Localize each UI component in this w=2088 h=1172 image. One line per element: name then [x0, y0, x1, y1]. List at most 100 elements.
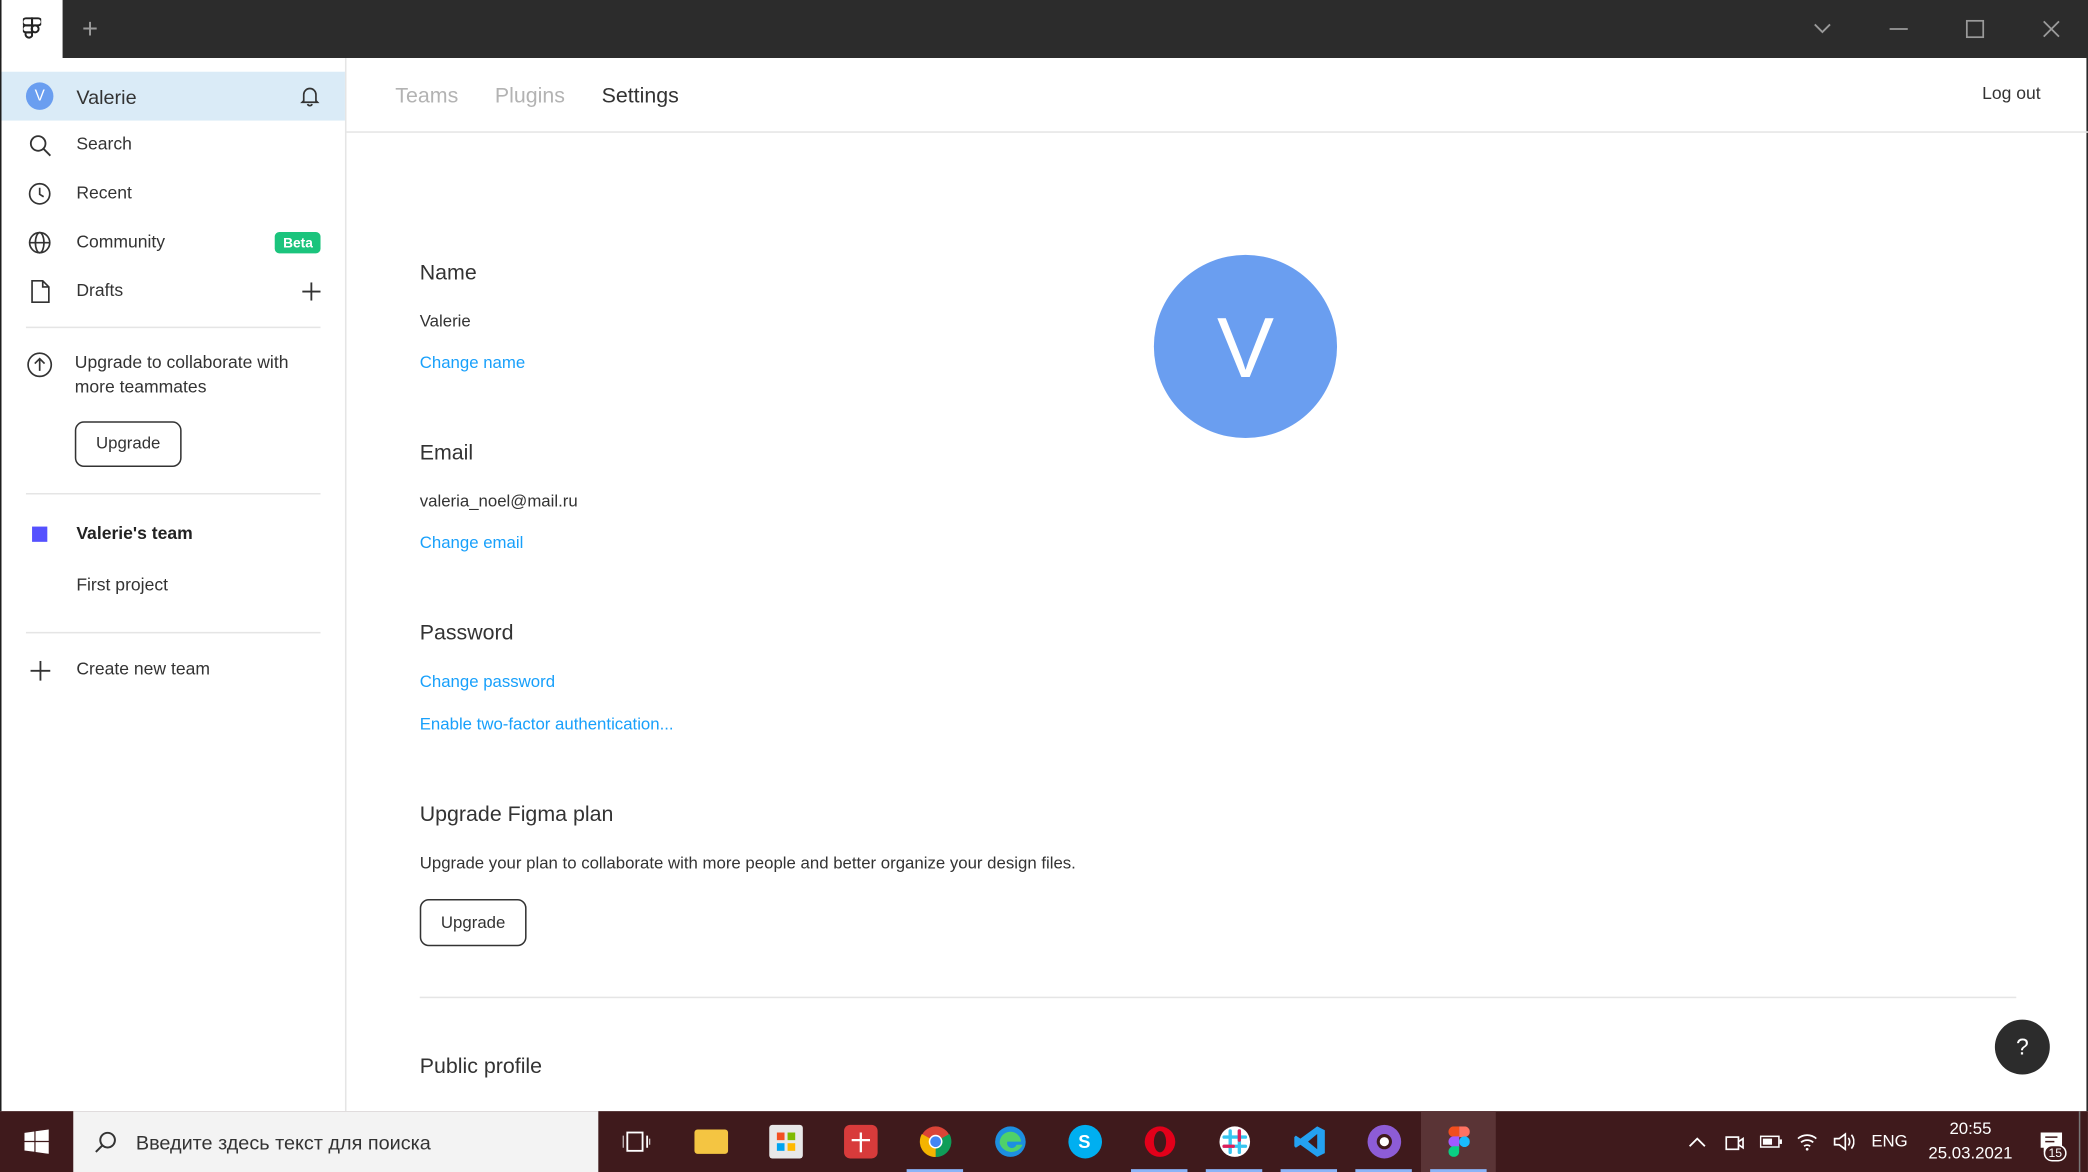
sidebar-upgrade-button[interactable]: Upgrade: [74, 421, 182, 468]
taskbar-skype[interactable]: S: [1047, 1111, 1122, 1172]
taskbar-github-desktop[interactable]: [1346, 1111, 1421, 1172]
help-button[interactable]: ?: [1994, 1019, 2050, 1075]
plan-upgrade-button[interactable]: Upgrade: [419, 898, 527, 947]
sidebar: V Valerie Search Recent Community Beta D…: [1, 57, 347, 1112]
top-header: Teams Plugins Settings Log out: [346, 58, 2088, 133]
clock-date: 25.03.2021: [1928, 1144, 2013, 1164]
start-button[interactable]: [0, 1111, 73, 1172]
show-desktop-button[interactable]: [2078, 1111, 2088, 1172]
sidebar-item-recent[interactable]: Recent: [2, 169, 345, 218]
sidebar-item-search[interactable]: Search: [2, 121, 345, 170]
new-draft-button[interactable]: [302, 267, 321, 316]
taskbar-edge[interactable]: [972, 1111, 1047, 1172]
tabs-dropdown-button[interactable]: [1784, 0, 1860, 58]
chevron-down-icon: [1814, 23, 1831, 34]
divider: [25, 326, 321, 329]
notification-count-badge: 15: [2043, 1144, 2067, 1162]
system-tray: ENG 20:55 25.03.2021 15: [1679, 1111, 2088, 1172]
wifi-icon: [1797, 1134, 1817, 1151]
sidebar-item-team[interactable]: Valerie's team: [2, 510, 345, 559]
divider: [25, 631, 321, 634]
tray-overflow-button[interactable]: [1679, 1111, 1716, 1172]
avatar: V: [25, 82, 54, 110]
taskbar-store[interactable]: [748, 1111, 823, 1172]
upgrade-prompt: Upgrade to collaborate with more teammat…: [74, 354, 289, 397]
sidebar-item-community[interactable]: Community Beta: [2, 218, 345, 267]
sidebar-item-label: Community: [76, 233, 166, 252]
folder-icon: [693, 1129, 728, 1154]
search-placeholder: Введите здесь текст для поиска: [135, 1130, 431, 1154]
skype-icon: S: [1067, 1124, 1102, 1159]
sidebar-item-label: Create new team: [76, 660, 210, 680]
upgrade-arrow-icon: [26, 351, 53, 383]
close-button[interactable]: [2013, 0, 2088, 58]
clock[interactable]: 20:55 25.03.2021: [1917, 1117, 2024, 1166]
change-password-link[interactable]: Change password: [420, 673, 555, 691]
battery-icon: [1759, 1135, 1782, 1148]
notifications-button[interactable]: [299, 72, 320, 121]
taskbar-figma[interactable]: [1420, 1111, 1496, 1172]
taskbar-gift-app[interactable]: [823, 1111, 898, 1172]
chrome-icon: [919, 1126, 951, 1157]
change-name-link[interactable]: Change name: [420, 354, 525, 372]
screen: + V Valerie Search Recent Community Beta…: [0, 0, 2088, 1172]
language-indicator[interactable]: ENG: [1862, 1133, 1917, 1151]
github-icon: [1366, 1124, 1401, 1159]
email-section-title: Email: [419, 439, 474, 464]
action-center-button[interactable]: 15: [2024, 1111, 2079, 1172]
windows-logo-icon: [24, 1129, 49, 1154]
camera-icon: [1724, 1135, 1744, 1150]
taskbar-vscode[interactable]: [1271, 1111, 1346, 1172]
taskbar-explorer[interactable]: [673, 1111, 748, 1172]
minimize-button[interactable]: [1861, 0, 1937, 58]
tray-meet-button[interactable]: [1716, 1111, 1753, 1172]
file-icon: [30, 279, 49, 304]
name-value: Valerie: [419, 312, 471, 332]
edge-icon: [994, 1126, 1025, 1157]
taskbar-search-box[interactable]: Введите здесь текст для поиска: [73, 1111, 599, 1172]
figma-logo-icon: [22, 17, 42, 39]
sidebar-item-drafts[interactable]: Drafts: [2, 267, 345, 316]
figma-home-tab[interactable]: [1, 0, 63, 58]
windows-taskbar: Введите здесь текст для поиска S ENG 20:…: [0, 1111, 2088, 1172]
public-profile-title: Public profile: [419, 1053, 543, 1078]
logout-link[interactable]: Log out: [1982, 85, 2041, 103]
project-name: First project: [76, 576, 169, 596]
maximize-icon: [1965, 19, 1985, 39]
sidebar-item-create-team[interactable]: Create new team: [2, 646, 345, 695]
tray-volume-button[interactable]: [1825, 1111, 1862, 1172]
beta-badge: Beta: [275, 231, 321, 254]
sidebar-item-label: Drafts: [76, 282, 124, 301]
slack-icon: [1218, 1126, 1250, 1157]
team-color-swatch: [32, 526, 48, 542]
sidebar-item-user[interactable]: V Valerie: [1, 71, 345, 121]
store-bag-icon: [768, 1124, 803, 1159]
chevron-up-icon: [1688, 1137, 1706, 1147]
taskbar-chrome[interactable]: [897, 1111, 972, 1172]
plan-section-title: Upgrade Figma plan: [419, 801, 614, 826]
sidebar-item-project[interactable]: First project: [2, 562, 345, 611]
clock-icon: [28, 182, 51, 205]
title-bar: +: [1, 0, 2088, 58]
tab-teams[interactable]: Teams: [395, 82, 458, 106]
figma-window: + V Valerie Search Recent Community Beta…: [0, 0, 2088, 1112]
new-tab-button[interactable]: +: [63, 0, 118, 58]
email-value: valeria_noel@mail.ru: [419, 492, 578, 512]
enable-2fa-link[interactable]: Enable two-factor authentication...: [420, 716, 674, 734]
task-view-button[interactable]: [598, 1111, 673, 1172]
team-name: Valerie's team: [76, 525, 193, 544]
profile-avatar[interactable]: V: [1153, 254, 1338, 439]
tray-wifi-button[interactable]: [1789, 1111, 1826, 1172]
figma-icon: [1447, 1126, 1470, 1157]
tab-plugins[interactable]: Plugins: [495, 82, 565, 106]
maximize-button[interactable]: [1937, 0, 2013, 58]
user-name: Valerie: [76, 84, 137, 108]
change-email-link[interactable]: Change email: [420, 534, 524, 552]
bell-icon: [300, 87, 320, 107]
taskbar-slack[interactable]: [1197, 1111, 1272, 1172]
taskbar-opera[interactable]: [1122, 1111, 1197, 1172]
clock-time: 20:55: [1949, 1120, 1992, 1139]
tray-battery-button[interactable]: [1752, 1111, 1789, 1172]
globe-icon: [28, 231, 51, 254]
tab-settings[interactable]: Settings: [602, 82, 679, 106]
